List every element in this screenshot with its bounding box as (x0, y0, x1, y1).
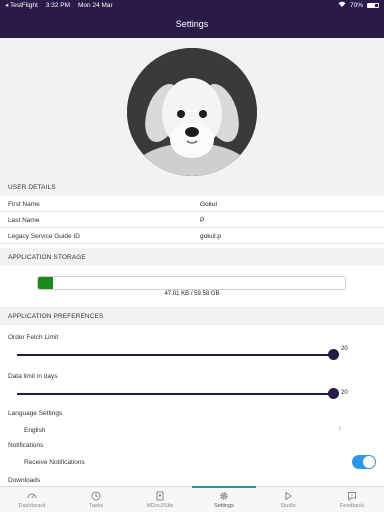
data-limit-thumb[interactable] (328, 388, 339, 399)
history-icon (91, 491, 101, 501)
first-name-row: First Name Gokul (0, 197, 384, 212)
tab-mdoc2site[interactable]: MDoc2Site (128, 487, 192, 512)
nav-bar: Settings (0, 10, 384, 38)
guide-id-value: gokul.p (200, 232, 221, 240)
battery-text: 70% (349, 1, 363, 9)
user-details-header: USER DETAILS (0, 178, 384, 196)
order-fetch-limit-label: Order Fetch Limit (8, 334, 59, 341)
profile-avatar[interactable] (127, 48, 257, 176)
order-fetch-limit-slider[interactable] (17, 354, 333, 356)
data-limit-label: Data limit in days (8, 373, 58, 380)
battery-icon (367, 2, 379, 8)
tab-settings[interactable]: Settings (192, 486, 256, 512)
storage-progress-fill (38, 277, 54, 289)
toggle-knob (363, 456, 375, 468)
storage-progress-bar (37, 276, 346, 290)
data-limit-slider[interactable] (17, 393, 333, 395)
tab-feedback[interactable]: Feedback (320, 487, 384, 512)
avatar-area (0, 38, 384, 178)
puppy-photo (127, 48, 257, 176)
guide-id-row: Legacy Service Guide ID gokul.p (0, 229, 384, 244)
language-selector[interactable]: English (24, 427, 45, 434)
preferences-header: APPLICATION PREFERENCES (0, 307, 384, 325)
feedback-icon (347, 491, 357, 501)
last-name-value: P (200, 216, 205, 224)
last-name-row: Last Name P (0, 213, 384, 228)
gear-icon (219, 491, 229, 501)
tab-dashboard-label: Dashboard (18, 502, 46, 509)
tab-dashboard[interactable]: Dashboard (0, 487, 64, 512)
last-name-label: Last Name (8, 216, 40, 224)
tab-settings-label: Settings (214, 502, 234, 509)
document-icon (155, 491, 165, 501)
tab-feedback-label: Feedback (339, 502, 365, 509)
receive-notifications-label: Receive Notifications (24, 459, 85, 466)
first-name-value: Gokul (200, 200, 217, 208)
downloads-label: Downloads (8, 477, 41, 484)
receive-notifications-toggle[interactable] (352, 455, 376, 469)
data-limit-value: 20 (341, 390, 348, 396)
dashboard-icon (27, 491, 37, 501)
tab-studio-label: Studio (280, 502, 296, 509)
status-time: 3:32 PM (45, 1, 70, 9)
order-fetch-limit-thumb[interactable] (328, 349, 339, 360)
tab-mdoc2site-label: MDoc2Site (146, 502, 174, 509)
wifi-icon (338, 1, 346, 9)
status-bar: ◂ TestFlight 3:32 PM Mon 24 Mar 70% (0, 0, 384, 10)
notifications-label: Notifications (8, 442, 44, 449)
play-icon (283, 491, 293, 501)
tab-bar: Dashboard Tasks MDoc2Site Settings Studi… (0, 486, 384, 512)
storage-header: APPLICATION STORAGE (0, 248, 384, 266)
guide-id-label: Legacy Service Guide ID (8, 232, 80, 240)
page-title: Settings (175, 19, 209, 29)
back-to-app-link[interactable]: ◂ TestFlight (5, 1, 38, 9)
language-settings-label: Language Settings (8, 410, 63, 417)
first-name-label: First Name (8, 200, 40, 208)
status-right: 70% (334, 1, 379, 9)
status-date: Mon 24 Mar (78, 1, 113, 9)
tab-tasks-label: Tasks (88, 502, 104, 509)
tab-tasks[interactable]: Tasks (64, 487, 128, 512)
order-fetch-limit-value: 20 (341, 346, 348, 352)
chevron-right-icon[interactable]: › (338, 423, 341, 434)
storage-usage-text: 47.01 KB / 59.58 GB (164, 291, 220, 297)
tab-studio[interactable]: Studio (256, 487, 320, 512)
